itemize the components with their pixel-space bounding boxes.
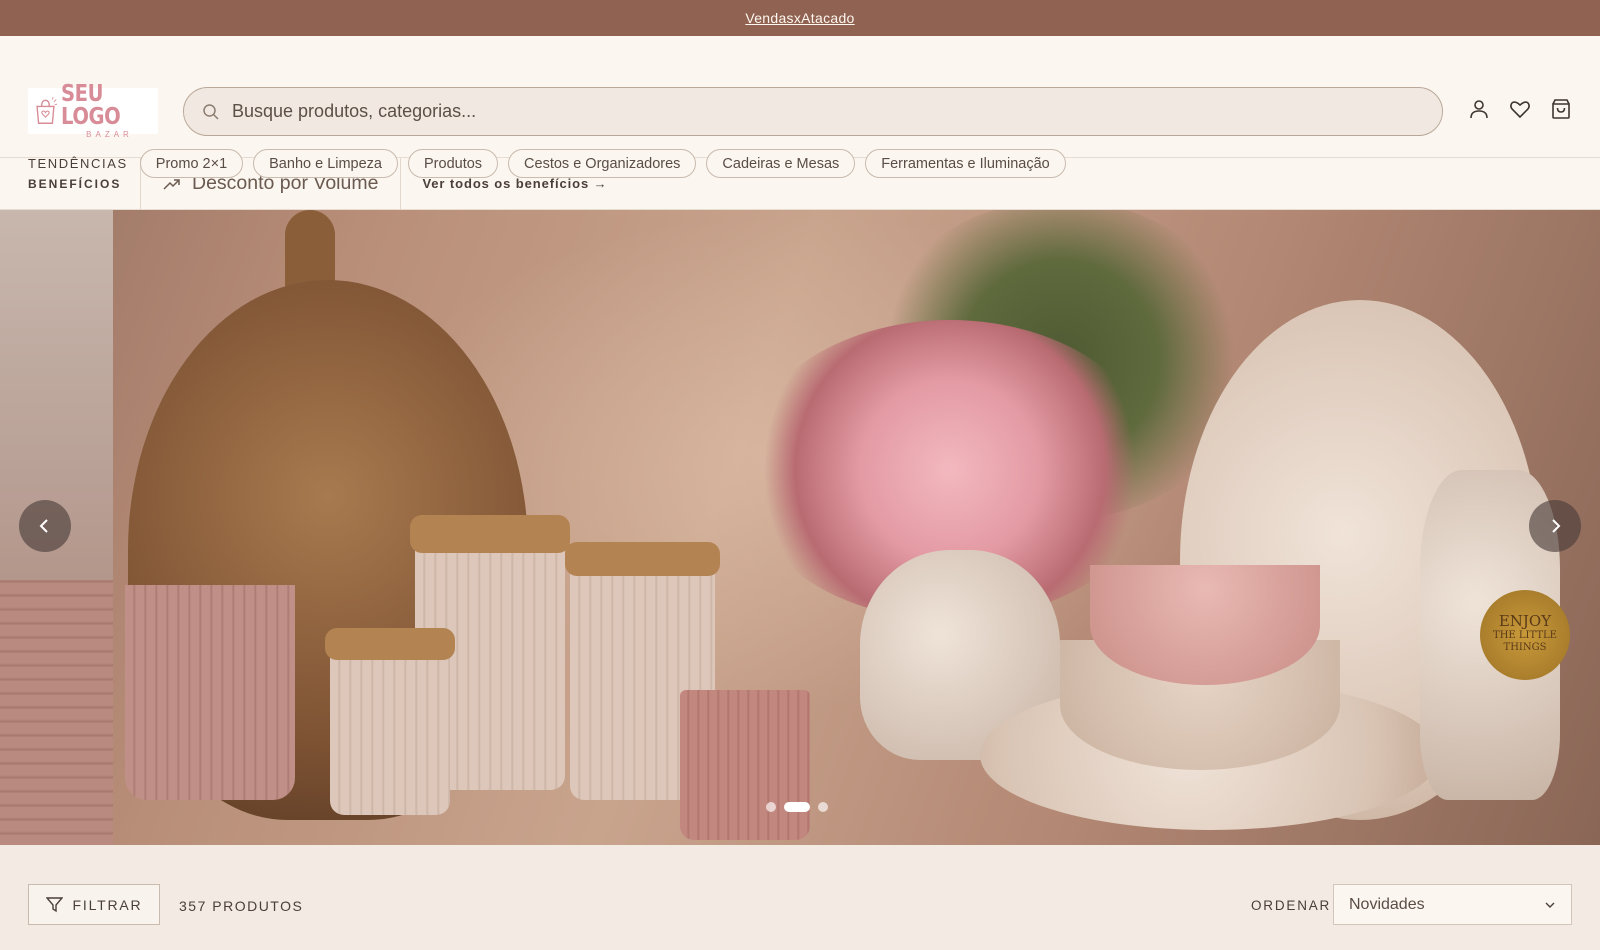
all-benefits-link[interactable]: Ver todos os benefícios → xyxy=(422,176,607,191)
wholesale-link[interactable]: VendasxAtacado xyxy=(745,10,854,26)
product-toolbar: FILTRAR 357 PRODUTOS ORDENAR Novidades xyxy=(0,860,1600,950)
header-actions xyxy=(1468,98,1572,120)
chevron-down-icon xyxy=(1545,902,1555,908)
trends-bar: TENDÊNCIAS Promo 2×1 Banho e Limpeza Pro… xyxy=(28,149,1066,178)
bag-icon[interactable] xyxy=(1550,98,1572,120)
carousel-dots xyxy=(766,802,828,812)
search-icon xyxy=(203,103,219,120)
trend-chip[interactable]: Promo 2×1 xyxy=(139,149,244,178)
trend-chip[interactable]: Cestos e Organizadores xyxy=(508,149,697,178)
carousel-next-button[interactable] xyxy=(1529,500,1581,552)
logo-subtext: BAZAR xyxy=(86,130,133,139)
store-logo[interactable]: SEU LOGO BAZAR xyxy=(28,83,158,139)
trends-label: TENDÊNCIAS xyxy=(28,156,128,171)
user-icon[interactable] xyxy=(1468,98,1490,120)
chevron-right-icon xyxy=(1552,519,1561,533)
search-input[interactable] xyxy=(232,101,1412,122)
filter-label: FILTRAR xyxy=(72,896,143,913)
product-count: 357 PRODUTOS xyxy=(179,898,304,914)
carousel-dot[interactable] xyxy=(818,802,828,812)
filter-button[interactable]: FILTRAR xyxy=(28,884,160,925)
sort-label: ORDENAR xyxy=(1251,898,1332,913)
filter-icon xyxy=(45,897,63,913)
carousel-dot[interactable] xyxy=(766,802,776,812)
trend-chip[interactable]: Cadeiras e Mesas xyxy=(706,149,856,178)
chevron-left-icon xyxy=(39,519,48,533)
search-bar[interactable] xyxy=(183,87,1443,136)
trend-chip[interactable]: Produtos xyxy=(408,149,499,178)
heart-icon[interactable] xyxy=(1509,98,1531,120)
logo-text: SEU LOGO xyxy=(60,81,121,130)
trend-chip[interactable]: Ferramentas e Iluminação xyxy=(865,149,1066,178)
sort-select[interactable]: Novidades xyxy=(1333,884,1572,925)
enjoy-badge: ENJOY THE LITTLE THINGS xyxy=(1480,590,1570,680)
site-header: SEU LOGO BAZAR TENDÊNCIAS Promo 2×1 Banh… xyxy=(0,36,1600,178)
trend-chip[interactable]: Banho e Limpeza xyxy=(253,149,398,178)
carousel-prev-button[interactable] xyxy=(19,500,71,552)
sort-value: Novidades xyxy=(1349,895,1425,913)
shopping-bag-logo-icon xyxy=(36,97,57,124)
carousel-dot-active[interactable] xyxy=(784,802,810,812)
announcement-bar: VendasxAtacado xyxy=(0,0,1600,36)
hero-carousel: ENJOY THE LITTLE THINGS xyxy=(0,210,1600,845)
